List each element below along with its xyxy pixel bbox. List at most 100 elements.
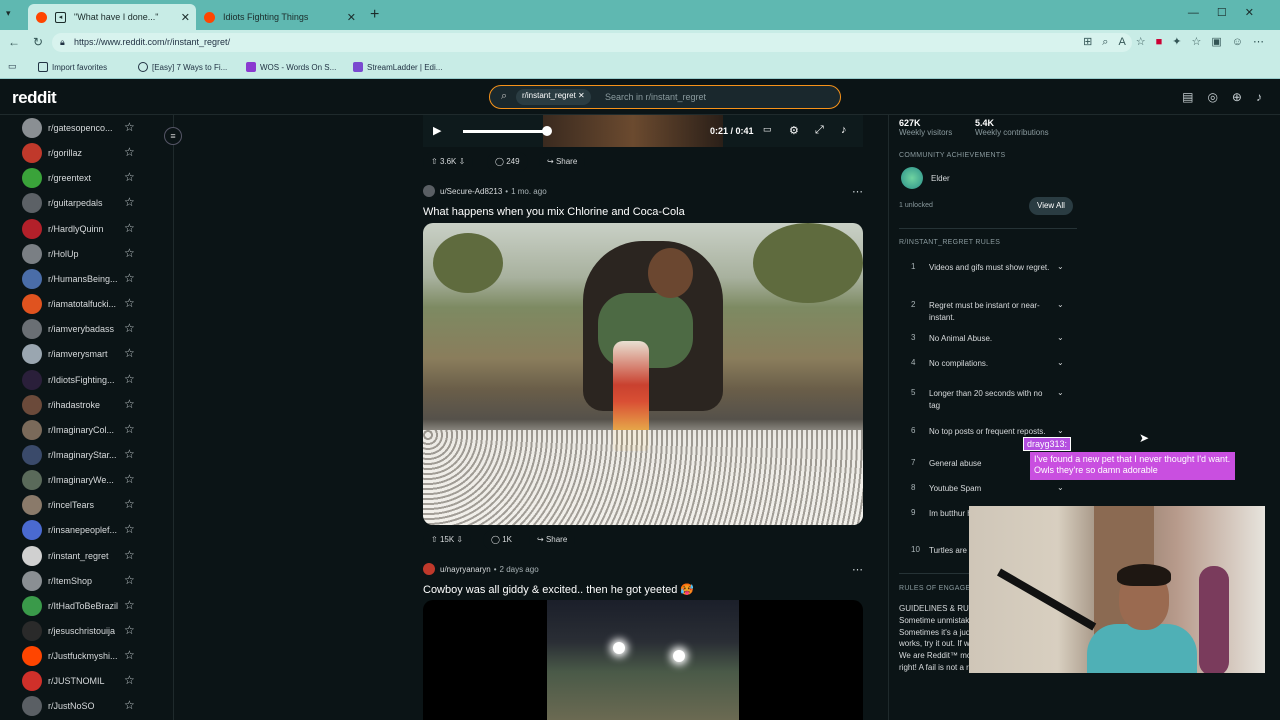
close-tab-icon[interactable]: ✕ bbox=[347, 11, 356, 24]
favorite-star-icon[interactable]: ☆ bbox=[124, 548, 135, 562]
close-tab-icon[interactable]: ✕ bbox=[181, 11, 190, 24]
favorite-star-icon[interactable]: ☆ bbox=[124, 422, 135, 436]
fullscreen-icon[interactable]: ⤢ bbox=[815, 124, 824, 137]
sidebar-item[interactable]: r/iamatotalfucki... ☆ bbox=[22, 293, 172, 315]
sidebar-item[interactable]: r/jesuschristouija ☆ bbox=[22, 620, 172, 642]
favorite-star-icon[interactable]: ☆ bbox=[124, 221, 135, 235]
sidebar-item[interactable]: r/gorillaz ☆ bbox=[22, 142, 172, 164]
chevron-down-icon[interactable]: ⌄ bbox=[1057, 388, 1064, 397]
favorite-star-icon[interactable]: ☆ bbox=[124, 170, 135, 184]
sidebar-item[interactable]: r/ImaginaryCol... ☆ bbox=[22, 419, 172, 441]
sidebar-item[interactable]: r/ihadastroke ☆ bbox=[22, 394, 172, 416]
more-options-icon[interactable]: ⋯ bbox=[852, 185, 863, 198]
vote-buttons[interactable]: ⇧ 15K ⇩ bbox=[423, 530, 472, 550]
favorite-star-icon[interactable]: ☆ bbox=[124, 698, 135, 712]
sidebar-item[interactable]: r/ImaginaryStar... ☆ bbox=[22, 444, 172, 466]
favorite-star-icon[interactable]: ☆ bbox=[124, 598, 135, 612]
share-button[interactable]: ↪ Share bbox=[529, 530, 576, 550]
post-video-thumbnail[interactable] bbox=[423, 223, 863, 525]
sidebar-item[interactable]: r/incelTears ☆ bbox=[22, 494, 172, 516]
browser-toolbar-icons[interactable]: ⊞⌕A☆■✦☆▣☺⋯ bbox=[1083, 35, 1274, 49]
sidebar-item[interactable]: r/JUSTNOMIL ☆ bbox=[22, 670, 172, 692]
vote-buttons[interactable]: ⇧ 3.6K ⇩ bbox=[423, 152, 474, 172]
bookmark-import-favorites[interactable]: Import favorites bbox=[38, 62, 107, 72]
tab-what-have-i-done[interactable]: ◂ "What have I done..." ✕ bbox=[28, 4, 196, 30]
favorite-star-icon[interactable]: ☆ bbox=[124, 472, 135, 486]
refresh-icon[interactable]: ↻ bbox=[33, 35, 43, 49]
search-input[interactable]: ⌕ r/instant_regret ✕ Search in r/instant… bbox=[489, 85, 841, 109]
play-icon[interactable]: ▶ bbox=[433, 124, 441, 137]
favorite-star-icon[interactable]: ☆ bbox=[124, 145, 135, 159]
bookmark-wos[interactable]: WOS - Words On S... bbox=[246, 62, 336, 72]
collapse-sidebar-button[interactable]: ≡ bbox=[164, 127, 182, 145]
post-author[interactable]: u/Secure-Ad8213 bbox=[440, 187, 502, 196]
sidebar-item[interactable]: r/iamverysmart ☆ bbox=[22, 343, 172, 365]
tab-idiots-fighting-things[interactable]: Idiots Fighting Things ✕ bbox=[196, 4, 362, 30]
header-action-icons[interactable]: ▤◎⊕♪ bbox=[1182, 90, 1276, 104]
favorite-star-icon[interactable]: ☆ bbox=[124, 447, 135, 461]
comments-button[interactable]: ◯ 1K bbox=[483, 530, 520, 550]
chevron-down-icon[interactable]: ⌄ bbox=[1057, 333, 1064, 342]
sidebar-item[interactable]: r/HolUp ☆ bbox=[22, 243, 172, 265]
favorite-star-icon[interactable]: ☆ bbox=[124, 497, 135, 511]
sidebar-item[interactable]: r/guitarpedals ☆ bbox=[22, 192, 172, 214]
favorite-star-icon[interactable]: ☆ bbox=[124, 573, 135, 587]
favorite-star-icon[interactable]: ☆ bbox=[124, 623, 135, 637]
post-video[interactable] bbox=[423, 600, 863, 720]
chevron-down-icon[interactable]: ⌄ bbox=[1057, 426, 1064, 435]
sidebar-item[interactable]: r/HumansBeing... ☆ bbox=[22, 268, 172, 290]
post-title[interactable]: Cowboy was all giddy & excited.. then he… bbox=[423, 583, 694, 596]
sidebar-item[interactable]: r/Justfuckmyshi... ☆ bbox=[22, 645, 172, 667]
favorite-star-icon[interactable]: ☆ bbox=[124, 522, 135, 536]
favorite-star-icon[interactable]: ☆ bbox=[124, 195, 135, 209]
sidebar-item[interactable]: r/iamverybadass ☆ bbox=[22, 318, 172, 340]
settings-gear-icon[interactable]: ⚙ bbox=[789, 124, 799, 137]
chevron-down-icon[interactable]: ⌄ bbox=[1057, 262, 1064, 271]
favorite-star-icon[interactable]: ☆ bbox=[124, 648, 135, 662]
chevron-down-icon[interactable]: ⌄ bbox=[1057, 300, 1064, 309]
sidebar-item[interactable]: r/insanepeoplef... ☆ bbox=[22, 519, 172, 541]
sidebar-item[interactable]: r/ImaginaryWe... ☆ bbox=[22, 469, 172, 491]
mute-icon[interactable]: ◂ bbox=[55, 11, 66, 23]
search-community-chip[interactable]: r/instant_regret ✕ bbox=[516, 89, 591, 105]
sidebar-item[interactable]: r/ItHadToBeBrazil ☆ bbox=[22, 595, 172, 617]
favorite-star-icon[interactable]: ☆ bbox=[124, 346, 135, 360]
volume-icon[interactable]: ♪ bbox=[841, 124, 847, 136]
share-button[interactable]: ↪ Share bbox=[539, 152, 586, 172]
favorite-star-icon[interactable]: ☆ bbox=[124, 246, 135, 260]
sidebar-item[interactable]: r/ItemShop ☆ bbox=[22, 570, 172, 592]
favorite-star-icon[interactable]: ☆ bbox=[124, 321, 135, 335]
sidebar-item[interactable]: r/greentext ☆ bbox=[22, 167, 172, 189]
captions-icon[interactable]: ▭ bbox=[763, 124, 772, 135]
sidebar-item[interactable]: r/instant_regret ☆ bbox=[22, 545, 172, 567]
chevron-down-icon[interactable]: ⌄ bbox=[1057, 358, 1064, 367]
sidebar-item[interactable]: r/JustNoSO ☆ bbox=[22, 695, 172, 717]
new-tab-icon[interactable]: + bbox=[370, 6, 379, 24]
bookmark-streamladder[interactable]: StreamLadder | Edi... bbox=[353, 62, 442, 72]
sidebar-item[interactable]: r/IdiotsFighting... ☆ bbox=[22, 369, 172, 391]
window-controls[interactable]: —☐✕ bbox=[1188, 6, 1272, 19]
favorite-star-icon[interactable]: ☆ bbox=[124, 271, 135, 285]
post-title[interactable]: What happens when you mix Chlorine and C… bbox=[423, 206, 685, 218]
sidebar-toggle-icon[interactable]: ▭ bbox=[8, 61, 17, 72]
post-author[interactable]: u/nayryanaryn bbox=[440, 565, 491, 574]
avatar[interactable] bbox=[423, 185, 435, 197]
favorite-star-icon[interactable]: ☆ bbox=[124, 120, 135, 134]
avatar[interactable] bbox=[423, 563, 435, 575]
more-options-icon[interactable]: ⋯ bbox=[852, 563, 863, 576]
favorite-star-icon[interactable]: ☆ bbox=[124, 673, 135, 687]
tab-actions-icon[interactable]: ▾ bbox=[6, 8, 11, 19]
view-all-button[interactable]: View All bbox=[1029, 197, 1073, 215]
chevron-down-icon[interactable]: ⌄ bbox=[1057, 483, 1064, 492]
favorite-star-icon[interactable]: ☆ bbox=[124, 397, 135, 411]
comments-button[interactable]: ◯ 249 bbox=[487, 152, 528, 172]
video-progress-bar[interactable] bbox=[463, 130, 548, 133]
favorite-star-icon[interactable]: ☆ bbox=[124, 296, 135, 310]
bookmark-easy-ways[interactable]: [Easy] 7 Ways to Fi... bbox=[138, 62, 227, 72]
url-input[interactable]: 🔒︎ https://www.reddit.com/r/instant_regr… bbox=[52, 33, 1132, 52]
back-icon[interactable]: ← bbox=[8, 35, 20, 49]
reddit-logo[interactable]: reddit bbox=[12, 88, 57, 108]
sidebar-item[interactable]: r/HardlyQuinn ☆ bbox=[22, 218, 172, 240]
video-player[interactable]: ▶ 0:21 / 0:41 ▭ ⚙ ⤢ ♪ bbox=[423, 115, 863, 147]
sidebar-item[interactable]: r/gatesopenco... ☆ bbox=[22, 117, 172, 139]
